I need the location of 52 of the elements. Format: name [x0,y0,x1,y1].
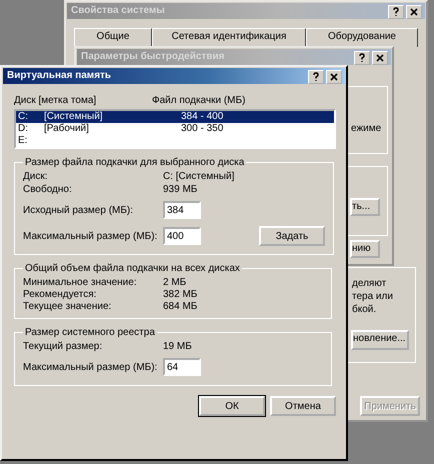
drive-letter: E: [18,135,28,147]
cancel-button[interactable]: Отмена [270,396,336,416]
partial-text: деляют [352,278,386,289]
group-title: Размер системного реестра [24,327,156,338]
field-label: Максимальный размер (МБ): [23,230,158,242]
input-field[interactable]: 64 [163,358,201,376]
field-value: C: [Системный] [163,171,234,182]
drive-row[interactable]: C: [Системный] 384 - 400 [16,111,334,123]
window-title: Виртуальная память [3,68,345,84]
column-header: Файл подкачки (МБ) [152,95,246,106]
field-label: Рекомендуется: [23,288,98,300]
field-label: Максимальный размер (МБ): [23,362,158,372]
field-label: Исходный размер (МБ): [23,204,134,216]
close-icon[interactable] [372,51,388,65]
drive-row[interactable]: D: [Рабочий] 300 - 350 [16,123,334,135]
help-icon[interactable] [388,5,404,19]
paging-size: 384 - 400 [181,111,224,123]
field-label: Свободно: [23,184,73,195]
group-title: Общий объем файла подкачки на всех дисках [24,263,241,274]
drive-letter: C: [18,111,29,123]
drive-label: [Системный] [44,111,104,123]
field-value: 382 МБ [163,288,198,300]
window-title: Параметры быстродействия [77,49,391,65]
field-label: Текущий размер: [23,341,104,352]
partial-text: ежиме [351,123,382,134]
partial-text: бкой. [352,304,376,315]
field-value: 19 МБ [163,341,192,352]
partial-button[interactable]: новление... [351,330,409,350]
help-icon[interactable] [308,70,324,84]
help-icon[interactable] [354,51,370,65]
input-field[interactable]: 400 [163,227,201,245]
window-title: Свойства системы [67,3,425,19]
column-header: Диск [метка тома] [14,95,98,106]
drive-row[interactable]: E: [16,135,334,147]
field-label: Текущее значение: [23,300,112,312]
field-label: Диск: [23,171,49,182]
field-value: 939 МБ [163,184,198,195]
input-field[interactable]: 384 [163,201,201,219]
set-button[interactable]: Задать [259,226,325,246]
close-icon[interactable] [326,70,342,84]
ok-button[interactable]: ОК [199,396,265,416]
partial-text: тера или [352,291,393,302]
partial-button[interactable]: ть... [350,198,380,216]
partial-button[interactable]: нию [350,240,380,258]
drive-label: [Рабочий] [44,123,90,135]
close-icon[interactable] [406,5,422,19]
drive-letter: D: [18,123,29,135]
field-value: 684 МБ [163,300,198,312]
field-value: 2 МБ [163,276,186,288]
field-label: Минимальное значение: [23,276,138,288]
group-title: Размер файла подкачки для выбранного диска [24,157,246,168]
paging-size: 300 - 350 [181,123,224,135]
